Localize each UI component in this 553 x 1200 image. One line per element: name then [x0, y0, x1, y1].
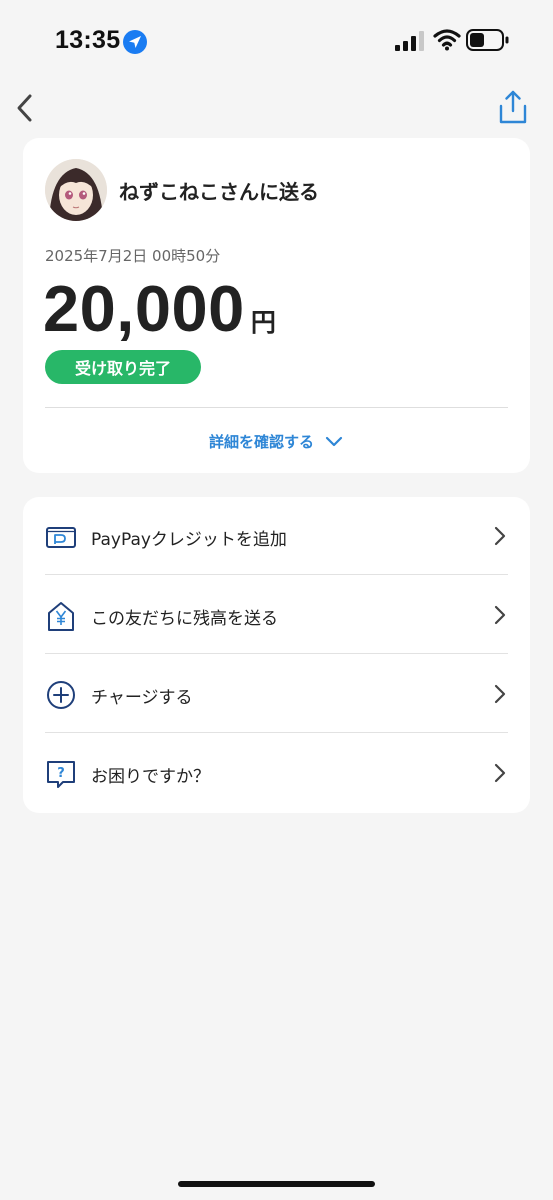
- wifi-icon: [433, 29, 461, 51]
- recipient-title: ねずこねこさんに送る: [119, 180, 319, 204]
- action-label: チャージする: [91, 688, 193, 708]
- divider: [45, 574, 508, 575]
- details-toggle-label: 詳細を確認する: [208, 432, 314, 451]
- status-badge: 受け取り完了: [45, 350, 201, 384]
- help-chat-icon: ?: [47, 761, 75, 788]
- action-label: PayPayクレジットを追加: [91, 530, 287, 550]
- action-label: この友だちに残高を送る: [91, 609, 278, 629]
- chevron-right-icon: [494, 763, 506, 783]
- divider: [45, 407, 508, 408]
- signal-icon: [395, 31, 424, 51]
- share-button[interactable]: [496, 88, 530, 126]
- action-help[interactable]: ? お困りですか？: [23, 734, 530, 812]
- svg-text:?: ?: [57, 766, 65, 781]
- yen-house-icon: [48, 602, 74, 631]
- action-label: お困りですか？: [91, 767, 210, 787]
- divider: [45, 732, 508, 733]
- avatar: [45, 159, 107, 221]
- status-bar: 13:35: [0, 0, 553, 80]
- plus-circle-icon: [47, 681, 75, 709]
- divider: [45, 653, 508, 654]
- status-time: 13:35: [55, 26, 121, 54]
- avatar-illustration: [45, 159, 107, 221]
- battery-icon: [466, 29, 509, 51]
- amount-row: 20,000 円: [43, 271, 276, 345]
- transfer-summary-card: ねずこねこさんに送る 2025年7月2日 00時50分 20,000 円 受け取り…: [23, 138, 530, 473]
- back-button[interactable]: [10, 88, 42, 128]
- amount-currency: 円: [250, 308, 276, 337]
- location-arrow-icon: [123, 30, 147, 54]
- chevron-right-icon: [494, 684, 506, 704]
- navigation-bar: [0, 80, 553, 136]
- chevron-down-icon: [325, 436, 343, 447]
- home-indicator: [178, 1181, 375, 1187]
- action-send-balance-to-friend[interactable]: この友だちに残高を送る: [23, 576, 530, 654]
- paypay-card-icon: [46, 527, 76, 548]
- actions-card: PayPayクレジットを追加 この友だちに残高を送る チャージする ? お困りで…: [23, 497, 530, 813]
- chevron-right-icon: [494, 605, 506, 625]
- amount-value: 20,000: [43, 272, 245, 345]
- action-charge[interactable]: チャージする: [23, 655, 530, 733]
- details-toggle-button[interactable]: 詳細を確認する: [23, 424, 530, 458]
- chevron-right-icon: [494, 526, 506, 546]
- transfer-timestamp: 2025年7月2日 00時50分: [45, 247, 221, 265]
- action-add-paypay-credit[interactable]: PayPayクレジットを追加: [23, 497, 530, 575]
